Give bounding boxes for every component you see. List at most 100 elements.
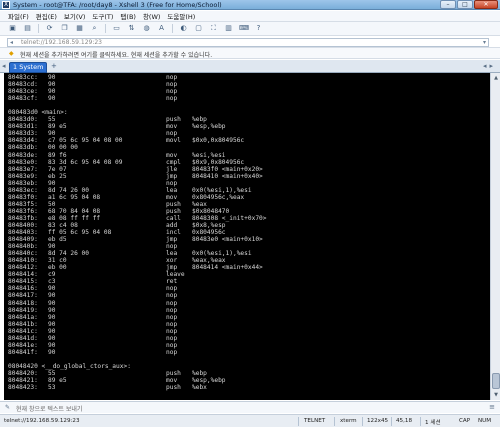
tab-navigation-icons[interactable]: ◂▸ (483, 62, 496, 70)
menu-window[interactable]: 창(W) (143, 11, 160, 21)
tab-system[interactable]: 1 System (9, 62, 47, 73)
line-opcode: nop (166, 299, 178, 307)
compose-bar[interactable]: ✎ 현재 창으로 텍스트 보내기 ≡ (0, 401, 500, 413)
line-address: 8048419: (8, 306, 38, 314)
line-operands: 8048414 <main+0x44> (192, 264, 263, 272)
line-address: 80483d3: (8, 130, 38, 138)
open-folder-icon[interactable]: ▤ (23, 24, 32, 33)
line-operands: $0x0,0x804956c (192, 137, 245, 145)
find-icon[interactable]: ⌕ (90, 24, 99, 33)
globe-icon[interactable]: ◍ (142, 24, 151, 33)
line-opcode: jmp (166, 264, 178, 272)
line-operands (192, 285, 412, 292)
terminal-line: 8048412: eb 00 jmp 8048414 <main+0x44> (8, 264, 412, 271)
scroll-up-icon[interactable]: ▲ (492, 74, 500, 82)
line-operands: 8048410 <main+0x40> (192, 172, 263, 180)
line-operands: 0x804956c,%eax (192, 193, 245, 201)
line-operands: 0x0(%esi,1),%esi (192, 250, 252, 258)
status-divider (391, 417, 392, 426)
line-bytes (48, 102, 166, 109)
color-icon[interactable]: ◐ (179, 24, 188, 33)
line-address: 80483d4: (8, 137, 38, 145)
menu-tools[interactable]: 도구(T) (92, 11, 113, 21)
line-address (8, 356, 48, 363)
paste-icon[interactable]: ▦ (75, 24, 84, 33)
line-operands (192, 144, 412, 151)
line-bytes: 90 (48, 348, 56, 356)
compose-menu-icon[interactable]: ≡ (489, 403, 495, 411)
keyboard-icon[interactable]: ⌨ (239, 24, 249, 33)
scroll-thumb[interactable] (492, 373, 500, 389)
line-bytes: 90 (48, 320, 56, 328)
line-opcode: jmp (166, 172, 178, 180)
copy-icon[interactable]: ❐ (60, 24, 69, 33)
minimize-button[interactable]: – (440, 0, 456, 9)
font-icon[interactable]: A (157, 24, 166, 33)
terminal-line: 804841e: 90 nop (8, 342, 412, 349)
session-hint-bar[interactable]: ◆ 현재 세션을 추가하려면 여기를 클릭하세요. 현재 세션을 추가할 수 있… (0, 48, 500, 59)
line-operands: 80483e0 <main+0x10> (192, 236, 263, 244)
line-address: 80483d0: (8, 116, 38, 124)
terminal-line (8, 102, 412, 109)
line-opcode: nop (166, 320, 178, 328)
lock-icon[interactable]: ▢ (194, 24, 203, 33)
terminal-line: 80483e0: 83 3d 6c 95 04 08 09 cmpl $0x9,0x8… (8, 159, 412, 166)
line-bytes: 90 (48, 179, 56, 187)
menu-help[interactable]: 도움말(H) (167, 11, 195, 21)
line-address: 8048420: (8, 369, 38, 377)
scroll-down-icon[interactable]: ▼ (492, 391, 500, 399)
terminal-line: 08048420 <__do_global_ctors_aux>: (8, 363, 412, 370)
tab-list-icon[interactable]: ◂ (2, 62, 6, 70)
line-bytes: 89 e5 (48, 377, 67, 385)
toolbar-divider (172, 24, 173, 33)
session-tab-bar: ◂ 1 System + ◂▸ (0, 60, 500, 73)
close-button[interactable]: ✕ (474, 0, 498, 9)
menu-view[interactable]: 보기(V) (64, 11, 85, 21)
line-opcode: ret (166, 278, 178, 286)
line-operands (192, 180, 412, 187)
terminal-line: 804841d: 90 nop (8, 335, 412, 342)
terminal-line: 80483eb: 90 nop (8, 180, 412, 187)
line-address: 8048415: (8, 278, 38, 286)
address-input[interactable]: ◂ telnet://192.168.59.129:23 ▾ (7, 38, 489, 47)
title-bar: X System - root@TFA: /root/day8 - Xshell… (0, 0, 500, 10)
line-address: 8048410: (8, 257, 38, 265)
line-address: 80483de: (8, 151, 38, 159)
menu-edit[interactable]: 편집(E) (36, 11, 57, 21)
transfer-icon[interactable]: ⇅ (127, 24, 136, 33)
line-address: 804841f: (8, 348, 38, 356)
terminal-output[interactable]: 80483cc: 90 nop 80483cd: 90 nop 80483ce: 90 nop 8… (4, 73, 490, 400)
line-bytes: 83 3d 6c 95 04 08 09 (48, 158, 123, 166)
line-opcode: nop (166, 285, 178, 293)
line-opcode: jmp (166, 236, 178, 244)
fullscreen-icon[interactable]: ⛶ (209, 24, 218, 33)
xshell-app-icon[interactable]: X (2, 1, 10, 9)
line-opcode: nop (166, 243, 178, 251)
address-dropdown-icon[interactable]: ▾ (483, 39, 486, 46)
line-opcode: push (166, 207, 181, 215)
hint-text: 현재 세션을 추가하려면 여기를 클릭하세요. 현재 세션을 추가할 수 있습니… (20, 52, 213, 59)
line-opcode: mov (166, 193, 178, 201)
layout-icon[interactable]: ▥ (224, 24, 233, 33)
line-bytes: 90 (48, 81, 56, 89)
line-bytes: 90 (48, 88, 56, 96)
compose-input[interactable]: 현재 창으로 텍스트 보내기 (16, 404, 82, 413)
terminal-line: 80483cd: 90 nop (8, 81, 412, 88)
terminal-line: 080483d0 <main>: (8, 109, 412, 116)
new-session-icon[interactable]: ▣ (8, 24, 17, 33)
terminal-line: 804841b: 90 nop (8, 321, 412, 328)
help-icon[interactable]: ? (254, 24, 263, 33)
line-address: 80483e7: (8, 165, 38, 173)
menu-tab[interactable]: 탭(B) (120, 11, 136, 21)
terminal-line: 80483d1: 89 e5 mov %esp,%ebp (8, 123, 412, 130)
menu-file[interactable]: 파일(F) (8, 11, 29, 21)
maximize-button[interactable]: □ (457, 0, 473, 9)
new-tab-icon[interactable]: + (51, 62, 57, 70)
print-icon[interactable]: ▭ (112, 24, 121, 33)
line-opcode: leave (166, 271, 185, 279)
reconnect-icon[interactable]: ⟳ (45, 24, 54, 33)
line-bytes: 89 f6 (48, 151, 67, 159)
line-bytes (48, 356, 166, 363)
terminal-scrollbar[interactable]: ▲ ▼ (490, 73, 500, 400)
line-operands (192, 278, 412, 285)
